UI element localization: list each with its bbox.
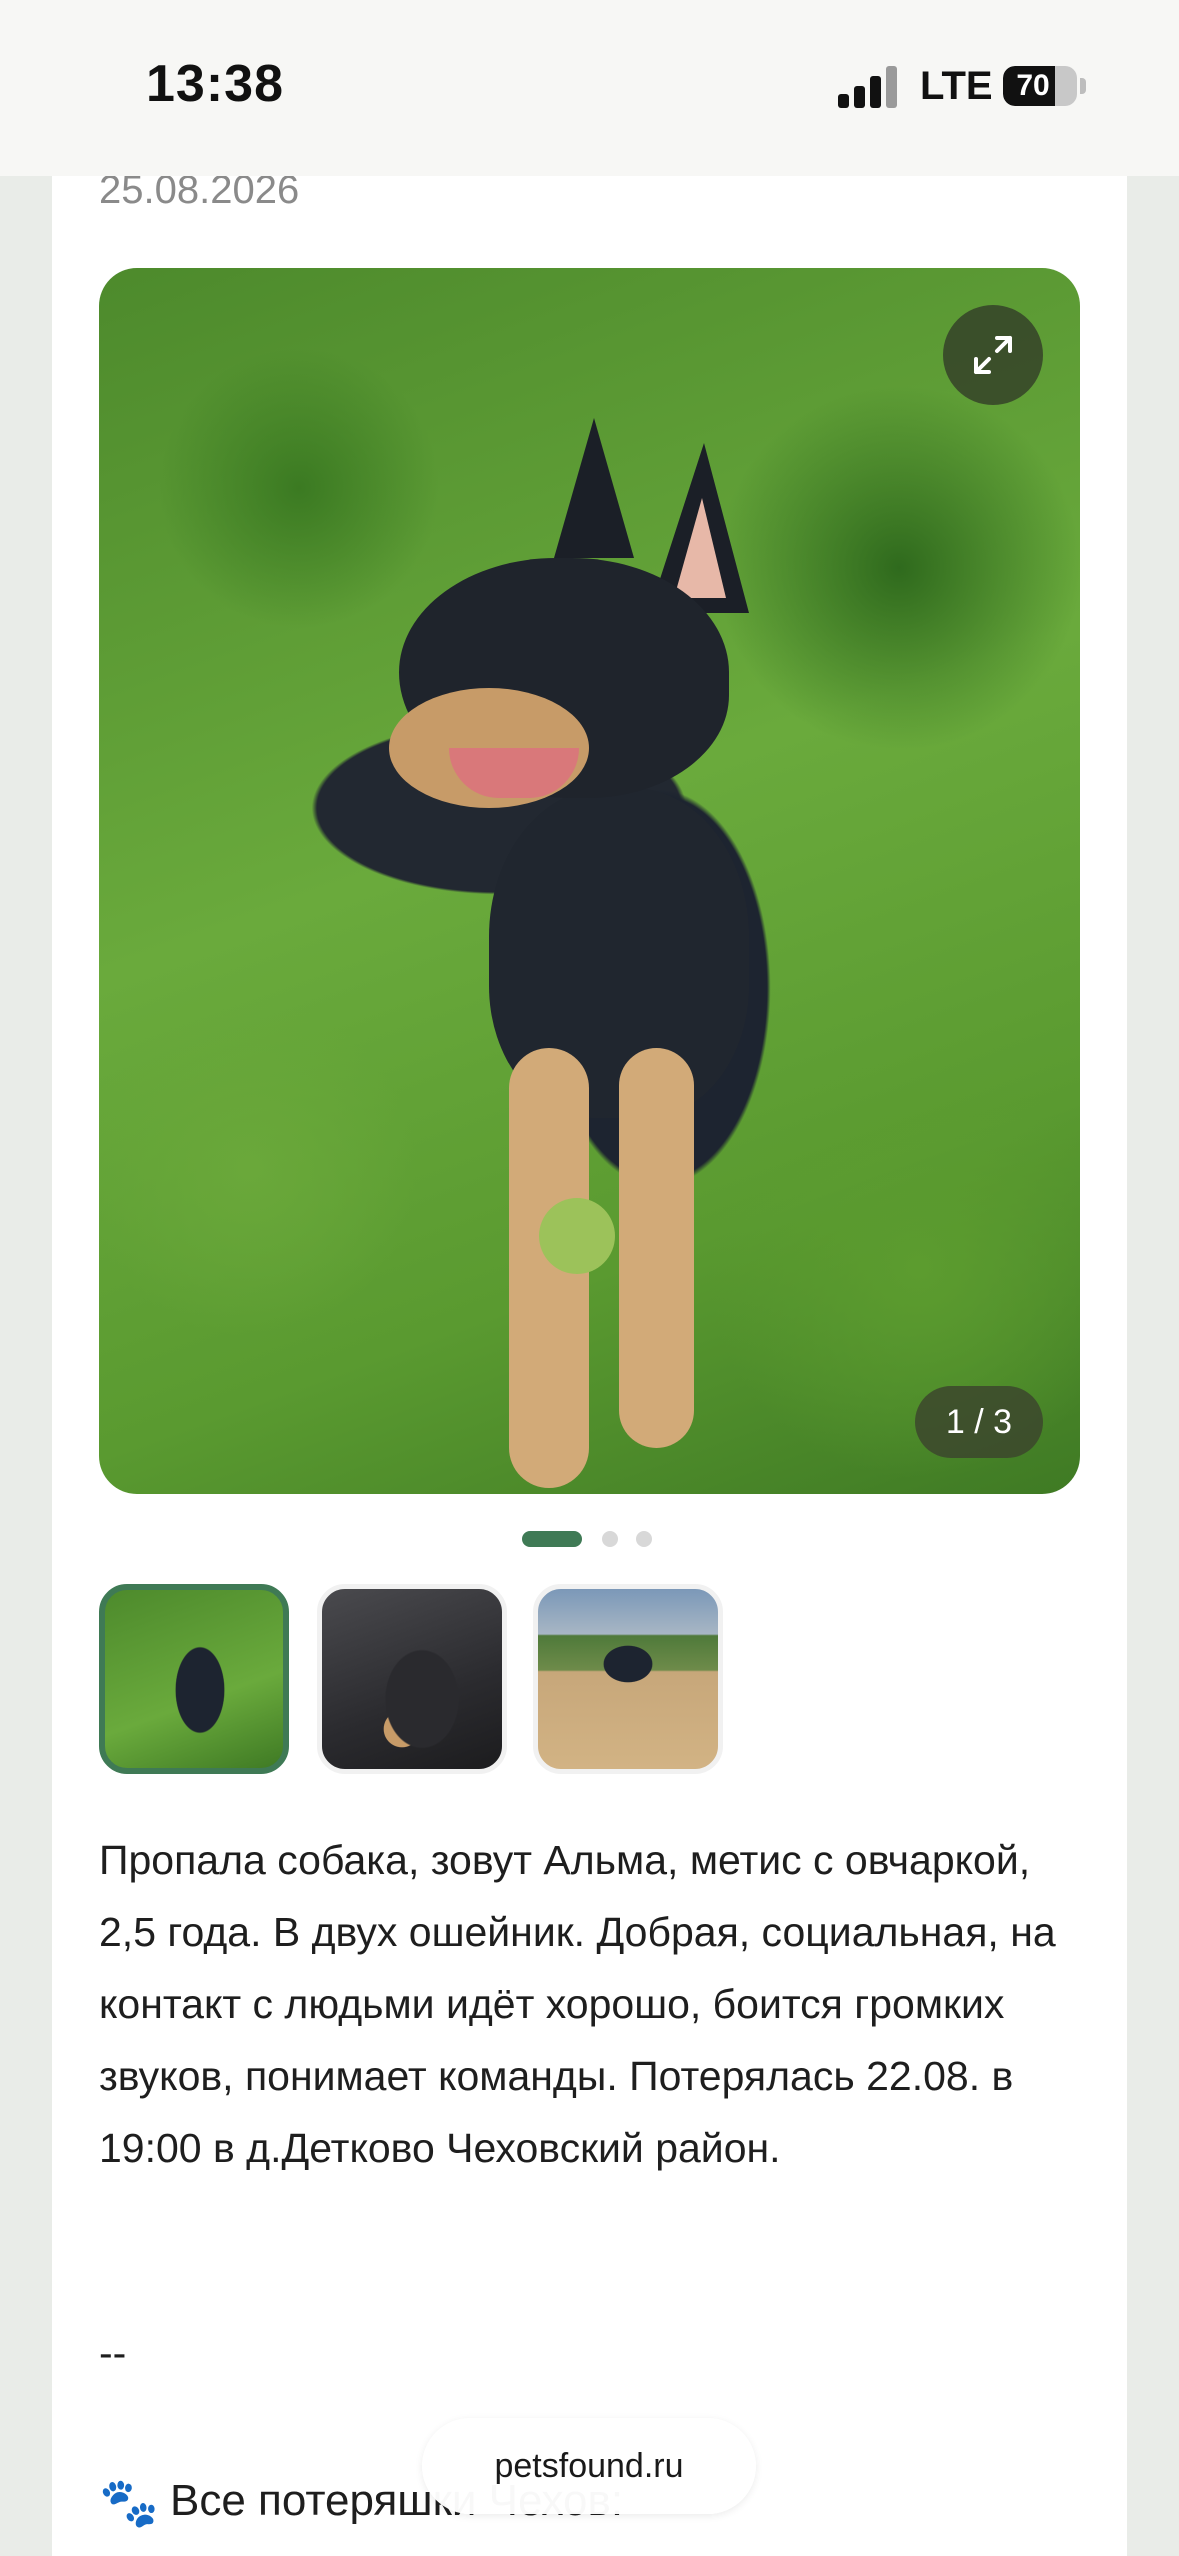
dog-leg-right bbox=[619, 1048, 694, 1448]
browser-url-bar[interactable]: petsfound.ru bbox=[422, 2418, 756, 2514]
carousel-dot-3[interactable] bbox=[636, 1531, 652, 1547]
battery-level: 70 bbox=[1016, 69, 1050, 102]
thumbnail-1[interactable] bbox=[99, 1584, 289, 1774]
signal-icon bbox=[838, 64, 900, 108]
ball bbox=[539, 1198, 615, 1274]
separator: -- bbox=[99, 2330, 127, 2376]
dog-ear-inner bbox=[674, 498, 726, 598]
fullscreen-button[interactable] bbox=[943, 305, 1043, 405]
thumbnail-strip bbox=[99, 1584, 739, 1774]
post-description: Пропала собака, зовут Альма, метис с овч… bbox=[99, 1837, 1056, 2171]
network-label: LTE bbox=[920, 64, 993, 108]
carousel-dots bbox=[522, 1528, 662, 1548]
thumbnail-3[interactable] bbox=[533, 1584, 723, 1774]
expand-icon bbox=[974, 336, 1012, 374]
paw-icon: 🐾 bbox=[99, 2477, 159, 2530]
main-photo[interactable] bbox=[99, 268, 1080, 1494]
carousel-dot-2[interactable] bbox=[602, 1531, 618, 1547]
photo-counter: 1 / 3 bbox=[915, 1386, 1043, 1458]
battery-icon: 70 bbox=[1003, 66, 1077, 106]
thumbnail-2[interactable] bbox=[317, 1584, 507, 1774]
status-bar: 13:38 LTE 70 bbox=[0, 0, 1179, 176]
dog-ear-left bbox=[554, 418, 634, 558]
battery-tip bbox=[1080, 78, 1086, 94]
status-time: 13:38 bbox=[146, 55, 284, 113]
carousel-dot-1[interactable] bbox=[522, 1531, 582, 1547]
